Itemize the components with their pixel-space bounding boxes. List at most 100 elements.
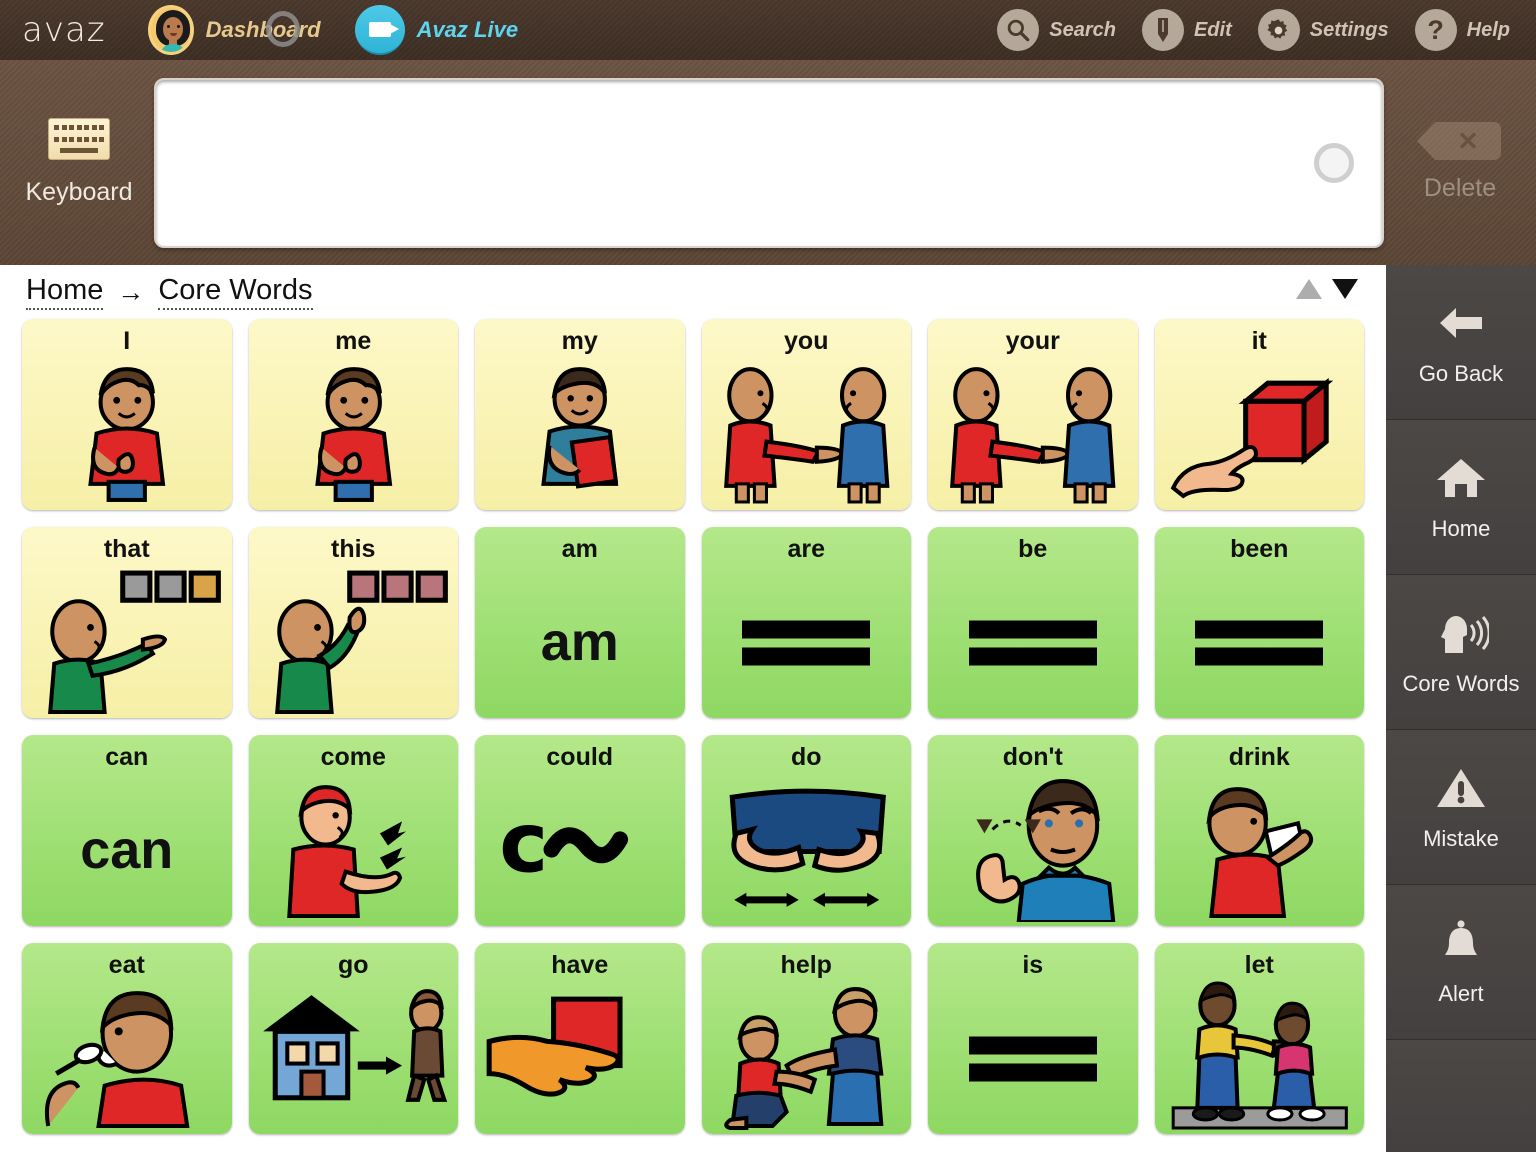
symbol-cell[interactable]: drink <box>1154 735 1365 926</box>
house-icon <box>1432 452 1490 504</box>
symbol-cell[interactable]: your <box>928 319 1138 510</box>
help-button[interactable]: ? Help <box>1414 9 1510 51</box>
symbol-cell[interactable]: are <box>701 527 912 718</box>
symbol-cell[interactable]: could c <box>475 735 685 926</box>
symbol-label: go <box>337 951 369 979</box>
symbol-label: you <box>784 327 829 355</box>
symbol-cell[interactable]: I <box>22 319 232 510</box>
top-bar-right: Search Edit Settings ? Help <box>997 9 1536 51</box>
symbol-label: are <box>787 535 826 563</box>
symbol-cell[interactable]: is <box>928 943 1138 1134</box>
symbol-image <box>249 355 459 506</box>
keyboard-button[interactable]: Keyboard <box>4 118 154 207</box>
settings-button[interactable]: Settings <box>1257 9 1389 51</box>
keyboard-icon <box>48 118 110 160</box>
dashboard-ring-icon <box>265 11 300 47</box>
symbol-label: do <box>790 743 822 771</box>
user-avatar[interactable] <box>147 5 194 55</box>
avaz-live-button[interactable]: Avaz Live <box>354 5 519 55</box>
warning-triangle-icon <box>1432 762 1490 814</box>
scroll-controls <box>1296 279 1358 299</box>
search-button[interactable]: Search <box>997 9 1116 51</box>
symbol-label: me <box>335 327 372 355</box>
sidebar-item-home[interactable]: Home <box>1386 420 1536 575</box>
speaking-head-icon <box>1432 607 1490 659</box>
symbol-cell[interactable]: come <box>248 735 458 926</box>
symbol-label: is <box>1022 951 1044 979</box>
speak-indicator-icon[interactable] <box>1314 142 1354 183</box>
symbol-image: am <box>475 563 685 714</box>
symbol-board: Home → Core Words I me my you your it th… <box>0 265 1386 1152</box>
settings-label: Settings <box>1309 18 1389 41</box>
symbol-label: it <box>1251 327 1267 355</box>
dashboard-label: Dashboard <box>205 17 321 42</box>
sidebar-label-mistake: Mistake <box>1423 826 1499 851</box>
symbol-label: have <box>551 951 609 979</box>
symbol-cell[interactable]: let <box>1154 943 1364 1134</box>
symbol-cell[interactable]: have <box>475 943 685 1134</box>
symbol-cell[interactable]: eat <box>22 943 232 1134</box>
symbol-label: don't <box>1002 743 1063 771</box>
symbol-label: drink <box>1228 743 1290 771</box>
symbol-cell[interactable]: my <box>475 319 685 510</box>
symbol-label: this <box>331 535 376 563</box>
sidebar-item-core-words[interactable]: Core Words <box>1386 575 1536 730</box>
breadcrumb-separator: → <box>117 276 145 307</box>
svg-text:c: c <box>499 796 548 892</box>
symbol-image <box>1155 355 1365 506</box>
sidebar-label-go-back: Go Back <box>1418 361 1504 386</box>
symbol-cell[interactable]: do <box>701 735 912 926</box>
scroll-down-icon[interactable] <box>1332 279 1358 299</box>
symbol-cell[interactable]: help <box>701 943 911 1134</box>
symbol-label: can <box>105 743 149 771</box>
symbol-label: come <box>320 743 386 771</box>
symbol-image <box>1155 771 1365 922</box>
symbol-cell[interactable]: that <box>22 527 232 718</box>
symbol-cell[interactable]: me <box>248 319 459 510</box>
app-logo: avaz <box>22 10 106 50</box>
question-mark-icon: ? <box>1414 9 1457 51</box>
symbol-image <box>928 979 1138 1130</box>
symbol-text: am <box>540 611 619 672</box>
symbol-cell[interactable]: you <box>701 319 912 510</box>
symbol-label: be <box>1018 535 1048 563</box>
symbol-cell[interactable]: be <box>928 527 1138 718</box>
bell-icon <box>1432 917 1490 969</box>
symbol-image <box>702 771 912 922</box>
edit-button[interactable]: Edit <box>1141 9 1232 51</box>
equals-symbol <box>742 612 871 675</box>
top-bar: avaz Dashboard Avaz Live Search Edit Set… <box>0 0 1536 60</box>
sidebar-label-core-words: Core Words <box>1402 671 1520 696</box>
symbol-image <box>475 979 685 1130</box>
sidebar-item-mistake[interactable]: Mistake <box>1386 730 1536 885</box>
symbol-cell[interactable]: been <box>1154 527 1364 718</box>
avaz-live-label: Avaz Live <box>416 17 519 42</box>
dashboard-button[interactable]: Dashboard <box>205 11 321 47</box>
symbol-cell[interactable]: can can <box>22 735 232 926</box>
right-sidebar: Go Back Home Core Words Mistake Alert <box>1386 265 1536 1152</box>
sidebar-label-alert: Alert <box>1438 981 1484 1006</box>
symbol-label: could <box>546 743 614 771</box>
sidebar-item-alert[interactable]: Alert <box>1386 885 1536 1040</box>
symbol-cell[interactable]: this <box>248 527 458 718</box>
symbol-image <box>22 355 232 506</box>
help-label: Help <box>1466 18 1510 41</box>
sidebar-item-go-back[interactable]: Go Back <box>1386 265 1536 420</box>
symbol-cell[interactable]: it <box>1154 319 1365 510</box>
delete-button[interactable]: ✕ Delete <box>1384 122 1536 203</box>
message-bar: Keyboard ✕ Delete <box>0 60 1536 265</box>
symbol-image <box>22 563 232 714</box>
symbol-image <box>702 563 912 714</box>
breadcrumb: Home → Core Words <box>0 265 1386 319</box>
backspace-icon: ✕ <box>1417 122 1501 160</box>
symbol-cell[interactable]: don't <box>928 735 1138 926</box>
symbol-label: that <box>103 535 150 563</box>
scroll-up-icon[interactable] <box>1296 279 1322 299</box>
symbol-image <box>928 355 1138 506</box>
symbol-image <box>702 355 912 506</box>
symbol-cell[interactable]: am am <box>475 527 685 718</box>
symbol-cell[interactable]: go <box>248 943 458 1134</box>
message-input[interactable] <box>154 77 1384 248</box>
breadcrumb-item-home[interactable]: Home <box>26 274 104 310</box>
breadcrumb-item-core-words[interactable]: Core Words <box>158 274 313 310</box>
